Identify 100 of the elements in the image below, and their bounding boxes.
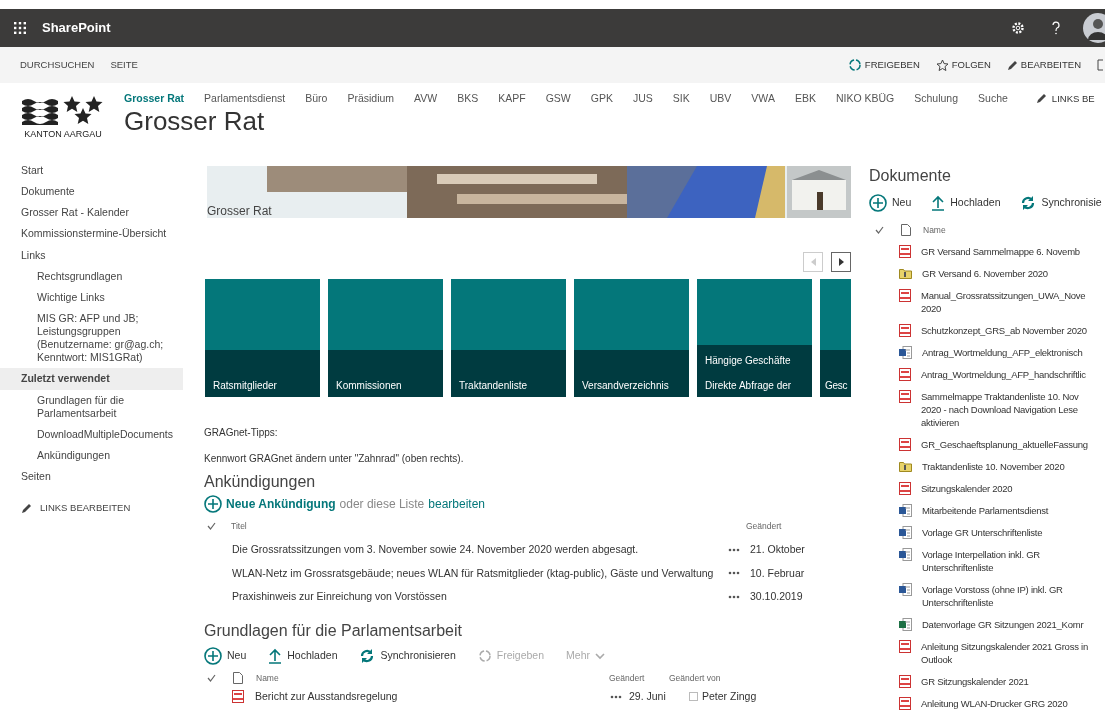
- promoted-link-tile[interactable]: Hängige Geschäfte Direkte Abfrage der: [697, 279, 812, 397]
- file-name-link[interactable]: Anleitung Sitzungskalender 2021 Gross in Outlook: [921, 640, 1099, 667]
- column-header[interactable]: Name: [256, 672, 609, 685]
- sidebar-item[interactable]: Rechtsgrundlagen: [0, 265, 200, 287]
- sidebar-item[interactable]: Grundlagen für die Parlamentsarbeit: [0, 389, 200, 424]
- avatar-icon[interactable]: [1083, 13, 1105, 43]
- sidebar-item[interactable]: DownloadMultipleDocuments: [0, 423, 200, 445]
- promoted-link-tile[interactable]: Traktandenliste: [451, 279, 566, 397]
- sidebar-item[interactable]: MIS GR: AFP und JB; Leistungsgruppen (Benutzername: gr@ag.ch; Kenntwort: MIS1GRat): [0, 307, 200, 369]
- nav-link-item[interactable]: GSW: [535, 91, 581, 107]
- promoted-link-tile[interactable]: Ratsmitglieder: [205, 279, 320, 397]
- sidebar-item[interactable]: Start: [0, 160, 200, 182]
- word-file-icon: [899, 346, 912, 360]
- announcement-title[interactable]: Praxishinweis zur Einreichung von Vorstössen: [232, 589, 715, 605]
- file-name-link[interactable]: Manual_Grossratssitzungen_UWA_Nove 2020: [921, 289, 1099, 316]
- nav-link-item[interactable]: AVW: [404, 91, 448, 107]
- promoted-link-tile[interactable]: Versandverzeichnis: [574, 279, 689, 397]
- nav-link-item[interactable]: EBK: [784, 91, 826, 107]
- ribbon-button[interactable]: FOLGEN: [935, 57, 991, 73]
- file-name-link[interactable]: Antrag_Wortmeldung_AFP_handschriftlic: [921, 368, 1099, 382]
- sidebar-item[interactable]: Seiten: [0, 466, 200, 488]
- file-name-link[interactable]: Traktandenliste 10. November 2020: [922, 460, 1100, 474]
- column-header[interactable]: Titel: [231, 520, 746, 533]
- fullscreen-icon[interactable]: [1097, 59, 1105, 71]
- edit-links-button[interactable]: LINKS BEARBEITEN: [21, 501, 131, 516]
- new-announcement-link[interactable]: Neue Ankündigung: [226, 495, 336, 513]
- file-name-link[interactable]: GR Versand Sammelmappe 6. Novemb: [921, 245, 1099, 259]
- nav-link-item[interactable]: KAPF: [488, 91, 536, 107]
- edit-list-link[interactable]: bearbeiten: [428, 495, 485, 513]
- toolbar-button[interactable]: Hochladen: [931, 195, 1001, 211]
- announcement-title[interactable]: WLAN-Netz im Grossratsgebäude; neues WLAN für Ratsmitglieder (ktag-public), Gäste und Verwaltung: [232, 565, 715, 582]
- nav-link-item[interactable]: Schulung: [904, 91, 969, 107]
- ellipsis-icon[interactable]: [728, 571, 740, 576]
- file-name-link[interactable]: Vorlage GR Unterschriftenliste: [922, 526, 1100, 540]
- toolbar-button[interactable]: Synchronisieren: [359, 648, 456, 664]
- checkmark-icon[interactable]: [875, 226, 884, 235]
- person-name[interactable]: Peter Zingg: [702, 688, 757, 705]
- sidebar-item[interactable]: Wichtige Links: [0, 286, 200, 308]
- next-button[interactable]: [831, 252, 851, 272]
- sidebar-item[interactable]: Zuletzt verwendet: [0, 368, 183, 390]
- sidebar-item[interactable]: Dokumente: [0, 181, 200, 203]
- column-header[interactable]: Geändert: [609, 672, 669, 685]
- file-name-link[interactable]: Schutzkonzept_GRS_ab November 2020: [921, 324, 1099, 338]
- file-name-link[interactable]: Datenvorlage GR Sitzungen 2021_Komr: [922, 618, 1100, 632]
- nav-link-item[interactable]: SIK: [662, 91, 700, 107]
- nav-link-item[interactable]: Grosser Rat: [114, 91, 195, 107]
- app-launcher-icon[interactable]: [14, 22, 26, 34]
- column-header[interactable]: Name: [923, 224, 1043, 237]
- sidebar-item[interactable]: Links: [0, 244, 200, 266]
- settings-icon[interactable]: [1011, 21, 1025, 35]
- sidebar-item[interactable]: Kommissionstermine-Übersicht: [0, 223, 200, 245]
- nav-link-item[interactable]: Parlamentsdienst: [194, 91, 296, 107]
- promoted-link-tile[interactable]: Gesc: [820, 279, 851, 397]
- file-name-link[interactable]: GR_Geschaeftsplanung_aktuelleFassung: [921, 438, 1099, 452]
- nav-link-item[interactable]: GPK: [580, 91, 623, 107]
- ellipsis-icon[interactable]: [610, 694, 622, 699]
- nav-link-item[interactable]: NIKO KBÜG: [825, 91, 905, 107]
- toolbar-button[interactable]: Synchronisie: [1020, 195, 1102, 211]
- checkmark-icon[interactable]: [207, 674, 216, 683]
- toolbar-button[interactable]: Neu: [869, 194, 912, 212]
- file-name-link[interactable]: GR Sitzungskalender 2021: [921, 675, 1099, 689]
- checkmark-icon[interactable]: [207, 522, 216, 531]
- column-header[interactable]: Geändert: [746, 520, 826, 533]
- folder-icon: [899, 267, 912, 280]
- sidebar-item[interactable]: Grosser Rat - Kalender: [0, 202, 200, 224]
- file-name-link[interactable]: GR Versand 6. November 2020: [922, 267, 1100, 281]
- ribbon-button[interactable]: BEARBEITEN: [1006, 57, 1081, 73]
- file-name-link[interactable]: Vorlage Vorstoss (ohne IP) inkl. GR Unterschriftenliste: [922, 583, 1100, 610]
- site-logo[interactable]: KANTON AARGAU: [22, 95, 104, 160]
- ellipsis-icon[interactable]: [728, 547, 740, 552]
- nav-link-item[interactable]: Suche: [968, 91, 1018, 107]
- ribbon-tab[interactable]: SEITE: [110, 57, 138, 73]
- column-header[interactable]: Geändert von: [669, 672, 749, 685]
- nav-link-item[interactable]: Präsidium: [337, 91, 405, 107]
- edit-links-button[interactable]: LINKS BE: [1035, 91, 1095, 106]
- nav-link-item[interactable]: BKS: [447, 91, 489, 107]
- tile-label: Gesc: [825, 379, 849, 393]
- file-name-link[interactable]: Bericht zur Ausstandsregelung: [255, 688, 610, 705]
- toolbar-button[interactable]: Hochladen: [268, 648, 338, 664]
- file-name-link[interactable]: Sitzungskalender 2020: [921, 482, 1099, 496]
- file-name-link[interactable]: Antrag_Wortmeldung_AFP_elektronisch: [922, 346, 1100, 360]
- ribbon-tab[interactable]: DURCHSUCHEN: [20, 57, 95, 73]
- announcement-title[interactable]: Die Grossratssitzungen vom 3. November sowie 24. November 2020 werden abgesagt.: [232, 541, 715, 558]
- nav-link-item[interactable]: Büro: [295, 91, 338, 107]
- app-name[interactable]: SharePoint: [42, 18, 111, 38]
- ribbon-button[interactable]: FREIGEBEN: [847, 57, 920, 73]
- nav-link-item[interactable]: JUS: [623, 91, 663, 107]
- file-name-link[interactable]: Anleitung WLAN-Drucker GRG 2020: [921, 697, 1099, 711]
- file-name-link[interactable]: Sammelmappe Traktandenliste 10. Nov 2020 - nach Download Navigation Lese aktivieren: [921, 390, 1099, 430]
- file-name-link[interactable]: Vorlage Interpellation inkl. GR Unterschriftenliste: [922, 548, 1100, 575]
- pdf-file-icon: [899, 482, 911, 496]
- file-name-link[interactable]: Mitarbeitende Parlamentsdienst: [922, 504, 1100, 518]
- nav-link-item[interactable]: UBV: [699, 91, 742, 107]
- help-icon[interactable]: [1051, 21, 1061, 35]
- sidebar-item[interactable]: Ankündigungen: [0, 444, 200, 466]
- nav-link-item[interactable]: VWA: [741, 91, 785, 107]
- toolbar-button[interactable]: Neu: [204, 647, 247, 665]
- ellipsis-icon[interactable]: [728, 595, 740, 600]
- caret-left-icon: [810, 258, 816, 266]
- promoted-link-tile[interactable]: Kommissionen: [328, 279, 443, 397]
